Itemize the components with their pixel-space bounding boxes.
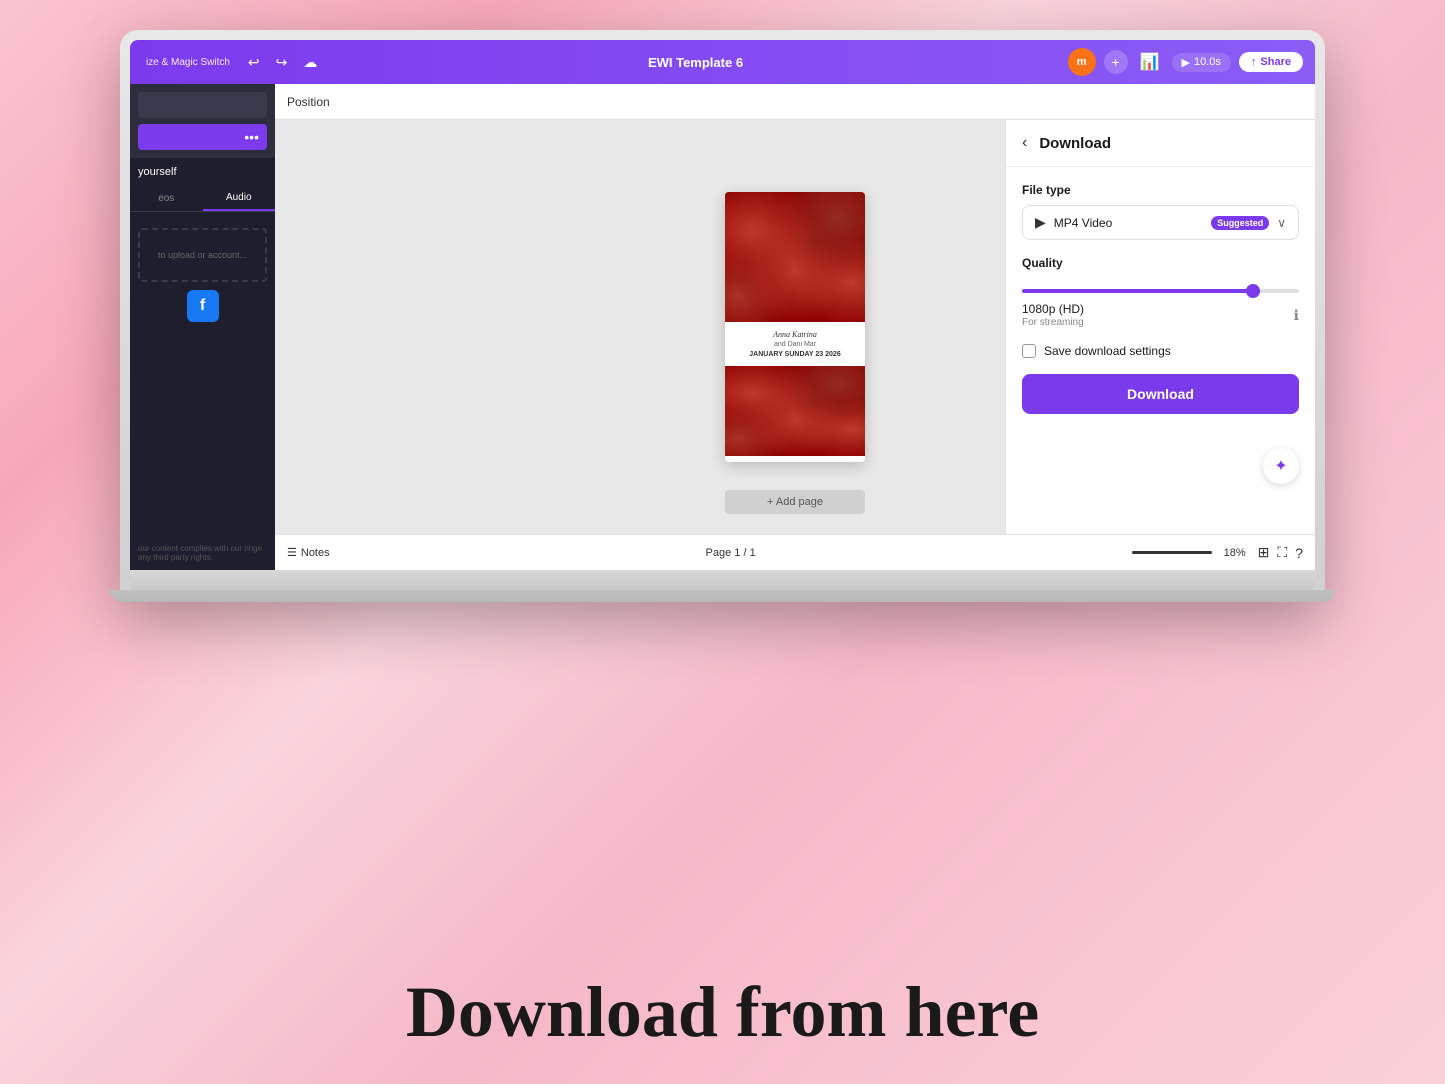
sparkle-icon: ✦ [1274, 456, 1287, 476]
sidebar: ••• yourself eos Audio [130, 84, 275, 570]
navbar: ize & Magic Switch ↩ ↪ ☁ EWI Template 6 … [130, 40, 1315, 84]
sidebar-search-bar[interactable] [138, 92, 267, 118]
notes-label: Notes [301, 547, 330, 559]
brand-label: ize & Magic Switch [142, 53, 234, 72]
app-ui: ize & Magic Switch ↩ ↪ ☁ EWI Template 6 … [130, 40, 1315, 570]
roses-bg-bottom [725, 366, 865, 456]
file-type-value: MP4 Video [1054, 216, 1203, 230]
facebook-icon-container: f [138, 290, 267, 322]
save-settings-checkbox[interactable] [1022, 344, 1036, 358]
laptop-bottom [110, 590, 1335, 602]
undo-button[interactable]: ↩ [242, 50, 266, 75]
design-date-text: JANUARY SUNDAY 23 2026 [749, 351, 840, 358]
sidebar-purple-button[interactable]: ••• [138, 124, 267, 150]
footer-text: our content complies with our ringe any … [138, 544, 262, 562]
quality-value: 1080p (HD) [1022, 302, 1084, 316]
fullscreen-button[interactable]: ⛶ [1277, 544, 1287, 561]
roses-background [725, 192, 865, 322]
upload-text: to upload or account... [158, 250, 247, 260]
save-settings-row: Save download settings [1022, 344, 1299, 358]
sidebar-tabs: eos Audio [130, 186, 275, 212]
sidebar-tab-audio[interactable]: Audio [203, 186, 276, 211]
design-title-text: Anna Katrina [773, 330, 817, 339]
sparkle-button[interactable]: ✦ [1263, 448, 1299, 484]
sidebar-footer: our content complies with our ringe any … [130, 536, 275, 570]
more-options-icon: ••• [244, 129, 259, 145]
quality-sub: For streaming [1022, 317, 1084, 328]
play-button[interactable]: ▶ 10.0s [1172, 53, 1231, 72]
download-panel: ‹ Download File type ▶ MP4 Video Suggest… [1005, 120, 1315, 534]
quality-slider[interactable] [1022, 289, 1299, 293]
laptop-screen: ize & Magic Switch ↩ ↪ ☁ EWI Template 6 … [130, 40, 1315, 570]
chevron-down-icon: ∨ [1277, 216, 1286, 230]
canvas-main[interactable]: 🔒 Anna Katrina [275, 120, 1315, 534]
redo-button[interactable]: ↪ [270, 50, 294, 75]
back-button[interactable]: ‹ [1020, 132, 1029, 154]
play-time: 10.0s [1194, 56, 1221, 68]
sidebar-header: ••• [130, 84, 275, 158]
design-date: JANUARY SUNDAY 23 2026 [735, 351, 855, 358]
quality-label: Quality [1022, 256, 1299, 270]
file-type-select[interactable]: ▶ MP4 Video Suggested ∨ [1022, 205, 1299, 240]
audio-tab-label: Audio [226, 192, 252, 203]
quality-details: 1080p (HD) For streaming [1022, 302, 1084, 328]
design-subtitle-text: and Dani Mar [774, 341, 816, 348]
laptop-screen-border: ize & Magic Switch ↩ ↪ ☁ EWI Template 6 … [120, 30, 1325, 602]
design-card-text: Anna Katrina and Dani Mar JANUARY SUNDAY… [725, 322, 865, 366]
file-type-label: File type [1022, 183, 1299, 197]
bottom-icons: ⊞ ⛶ ? [1258, 544, 1303, 561]
share-icon: ↑ [1251, 56, 1257, 68]
sidebar-content: to upload or account... f [130, 212, 275, 536]
share-button[interactable]: ↑ Share [1239, 52, 1303, 72]
download-button[interactable]: Download [1022, 374, 1299, 414]
quality-section: Quality 1080p (HD) For streaming [1022, 256, 1299, 328]
canvas-area: Position 🔒 [275, 84, 1315, 570]
save-settings-label: Save download settings [1044, 344, 1171, 358]
panel-header: ‹ Download [1006, 120, 1315, 167]
sidebar-tab-videos[interactable]: eos [130, 186, 203, 211]
video-icon: ▶ [1035, 214, 1046, 231]
download-from-here-heading: Download from here [0, 971, 1445, 1054]
upload-box[interactable]: to upload or account... [138, 228, 267, 282]
bottom-text-section: Download from here [0, 971, 1445, 1054]
suggested-badge: Suggested [1211, 216, 1269, 230]
canvas-toolbar: Position [275, 84, 1315, 120]
notes-button[interactable]: ☰ Notes [287, 546, 330, 559]
zoom-level: 18% [1224, 547, 1246, 559]
analytics-button[interactable]: 📊 [1136, 48, 1164, 76]
facebook-icon[interactable]: f [187, 290, 219, 322]
help-button[interactable]: ? [1295, 545, 1303, 561]
document-title: EWI Template 6 [331, 55, 1059, 70]
cloud-button[interactable]: ☁ [297, 50, 323, 75]
design-title: Anna Katrina [735, 330, 855, 339]
info-icon: ℹ [1294, 307, 1299, 324]
avatar-button[interactable]: m [1068, 48, 1096, 76]
videos-tab-label: eos [158, 193, 174, 204]
quality-slider-wrapper [1022, 280, 1299, 298]
design-card-top [725, 192, 865, 322]
play-icon: ▶ [1182, 56, 1190, 69]
panel-title: Download [1039, 135, 1111, 152]
page-info: Page 1 / 1 [342, 547, 1120, 559]
design-card-bottom [725, 366, 865, 456]
add-button[interactable]: + [1104, 50, 1128, 74]
position-label: Position [287, 95, 330, 109]
design-card: Anna Katrina and Dani Mar JANUARY SUNDAY… [725, 192, 865, 462]
laptop-base [130, 570, 1315, 590]
bottom-toolbar: ☰ Notes Page 1 / 1 18% ⊞ ⛶ ? [275, 534, 1315, 570]
main-area: ••• yourself eos Audio [130, 84, 1315, 570]
quality-info: 1080p (HD) For streaming ℹ [1022, 302, 1299, 328]
add-page-button[interactable]: + Add page [725, 490, 865, 514]
zoom-slider[interactable] [1132, 551, 1212, 554]
notes-icon: ☰ [287, 546, 297, 559]
design-subtitle: and Dani Mar [735, 341, 855, 348]
share-label: Share [1260, 56, 1291, 68]
undo-redo-group: ↩ ↪ ☁ [242, 50, 323, 75]
laptop-container: ize & Magic Switch ↩ ↪ ☁ EWI Template 6 … [120, 30, 1325, 834]
grid-view-button[interactable]: ⊞ [1258, 544, 1270, 561]
sidebar-yourself-label: yourself [130, 158, 275, 186]
